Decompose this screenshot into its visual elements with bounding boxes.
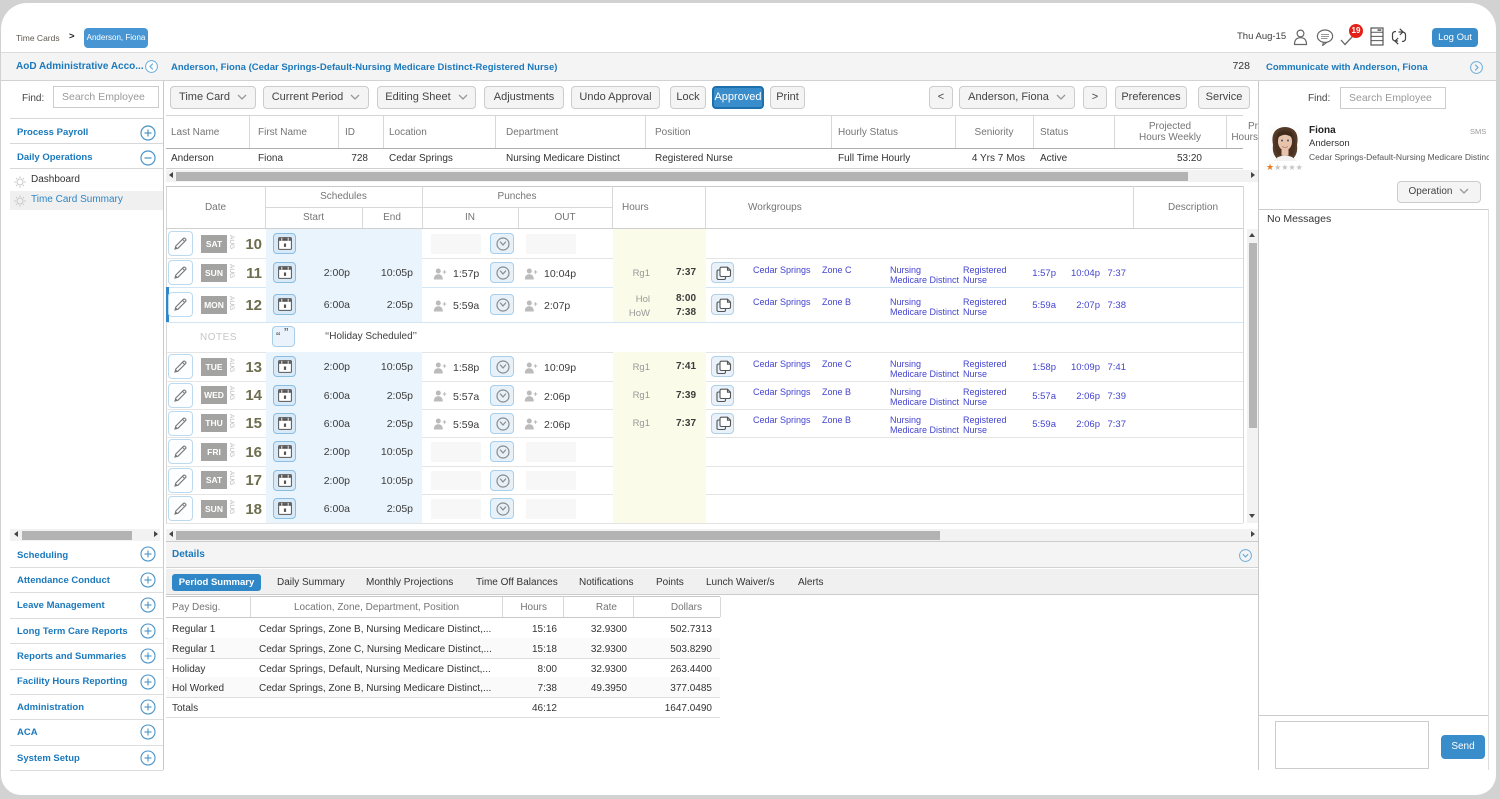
svg-text:“: “ <box>276 329 280 344</box>
svg-text:”: ” <box>284 328 288 340</box>
